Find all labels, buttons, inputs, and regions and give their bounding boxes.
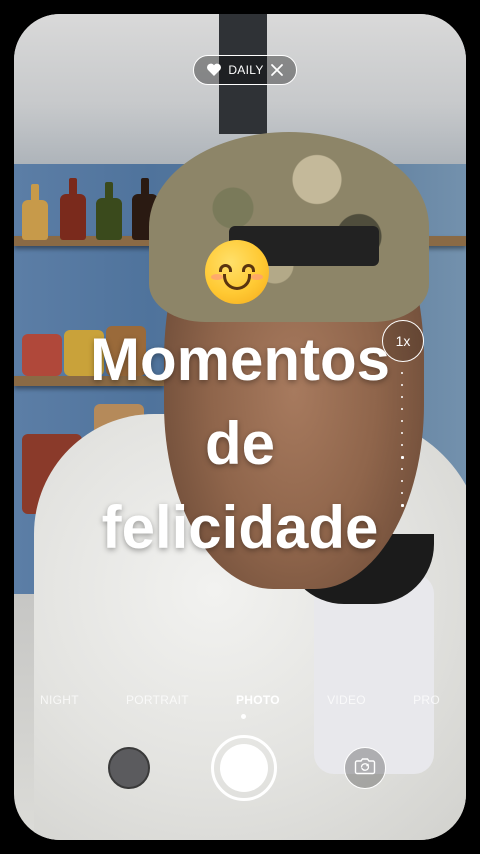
emoji-mouth bbox=[223, 274, 251, 290]
zoom-label: 1x bbox=[395, 333, 411, 349]
camera-flip-button[interactable] bbox=[344, 747, 386, 789]
emoji-eye bbox=[242, 264, 255, 272]
zoom-slider[interactable] bbox=[400, 372, 404, 512]
scene-bottle bbox=[60, 178, 86, 240]
scene-bottle bbox=[96, 182, 122, 240]
daily-label: DAILY bbox=[228, 63, 264, 77]
daily-filter-pill[interactable]: DAILY bbox=[193, 55, 297, 85]
selected-mode-indicator bbox=[241, 714, 246, 719]
scene-bottle bbox=[22, 184, 48, 240]
emoji-blush bbox=[211, 274, 223, 280]
mode-photo[interactable]: PHOTO bbox=[236, 693, 280, 707]
shutter-inner bbox=[220, 744, 268, 792]
caption-text[interactable]: Momentos de felicidade bbox=[40, 318, 440, 570]
zoom-button[interactable]: 1x bbox=[382, 320, 424, 362]
camera-mode-selector[interactable]: NIGHT PORTRAIT PHOTO VIDEO PRO bbox=[40, 690, 440, 710]
mode-video[interactable]: VIDEO bbox=[327, 693, 366, 707]
emoji-eye bbox=[219, 264, 232, 272]
mode-pro[interactable]: PRO bbox=[413, 693, 440, 707]
smiling-face-icon[interactable] bbox=[205, 240, 271, 306]
emoji-blush bbox=[251, 274, 263, 280]
gallery-thumbnail[interactable] bbox=[108, 747, 150, 789]
camera-flip-icon bbox=[354, 757, 376, 780]
shutter-button[interactable] bbox=[211, 735, 277, 801]
mode-night[interactable]: NIGHT bbox=[40, 693, 79, 707]
heart-icon bbox=[206, 63, 222, 77]
scene-tshirt bbox=[314, 574, 434, 774]
emoji-sticker bbox=[205, 240, 269, 304]
close-icon[interactable] bbox=[270, 63, 284, 77]
mode-portrait[interactable]: PORTRAIT bbox=[126, 693, 189, 707]
